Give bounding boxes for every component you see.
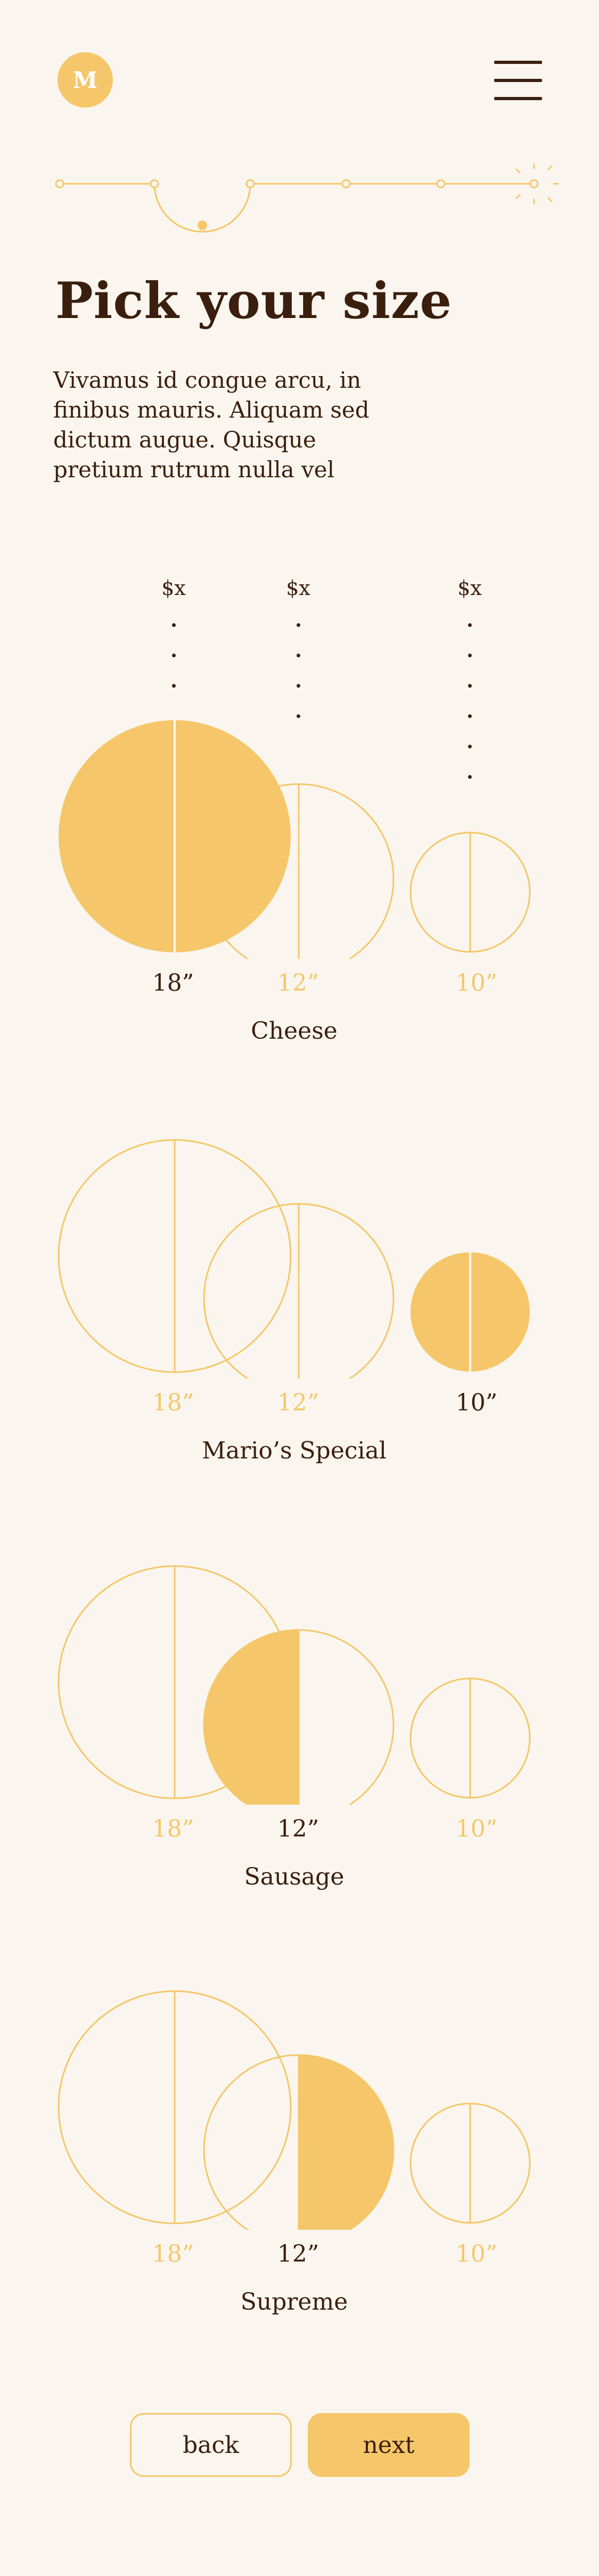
price-10: $x xyxy=(457,576,482,600)
size-label-18[interactable]: 18” xyxy=(130,969,216,997)
size-label-12[interactable]: 12” xyxy=(256,2240,341,2268)
pizza-option-sausage[interactable]: 18” 12” 10” Sausage xyxy=(0,1560,599,1901)
back-button-label: back xyxy=(183,2431,239,2459)
pizza-size-graphic[interactable] xyxy=(0,1560,599,1821)
size-label-18[interactable]: 18” xyxy=(130,1389,216,1416)
pizza-circle-10 xyxy=(411,1252,530,1372)
page-title: Pick your size xyxy=(55,272,453,330)
pizza-circle-12 xyxy=(203,1203,395,1395)
size-label-12[interactable]: 12” xyxy=(256,969,341,997)
pizza-name: Sausage xyxy=(244,1863,344,1890)
pizza-size-graphic[interactable] xyxy=(0,714,599,975)
pizza-name: Supreme xyxy=(240,2288,348,2316)
pizza-circle-12 xyxy=(203,2054,395,2246)
dot xyxy=(172,684,176,688)
pizza-size-graphic[interactable] xyxy=(0,1985,599,2246)
menu-line xyxy=(494,79,542,82)
pizza-circle-18 xyxy=(59,720,291,952)
menu-line xyxy=(494,97,542,100)
size-label-12[interactable]: 12” xyxy=(256,1815,341,1843)
hamburger-menu-icon[interactable] xyxy=(494,61,542,101)
progress-stepper xyxy=(55,163,559,233)
pizza-circle-12 xyxy=(203,1629,395,1821)
dot xyxy=(297,623,300,627)
progress-step-5 xyxy=(436,179,446,189)
size-label-12[interactable]: 12” xyxy=(256,1389,341,1416)
back-button[interactable]: back xyxy=(130,2413,292,2477)
pizza-circle-10 xyxy=(409,1677,531,1799)
page-intro: Vivamus id congue arcu, in finibus mauri… xyxy=(53,367,370,483)
pizza-name: Mario’s Special xyxy=(202,1437,387,1464)
progress-step-4 xyxy=(341,179,351,189)
progress-step-2 xyxy=(150,179,159,189)
pizza-circle-10 xyxy=(409,832,531,953)
progress-step-3 xyxy=(245,179,255,189)
price-18: $x xyxy=(161,576,186,600)
dot xyxy=(297,684,300,688)
price-12: $x xyxy=(286,576,310,600)
size-label-10[interactable]: 10” xyxy=(434,1815,519,1843)
dot xyxy=(468,684,472,688)
pizza-option-supreme[interactable]: 18” 12” 10” Supreme xyxy=(0,1985,599,2326)
menu-line xyxy=(494,61,542,64)
progress-current-indicator xyxy=(198,221,207,230)
size-label-10[interactable]: 10” xyxy=(434,1389,519,1416)
size-label-18[interactable]: 18” xyxy=(130,2240,216,2268)
brand-logo[interactable]: M xyxy=(58,52,113,108)
dot xyxy=(468,623,472,627)
pizza-circle-18 xyxy=(58,1990,292,2224)
next-button[interactable]: next xyxy=(308,2413,470,2477)
dot xyxy=(297,654,300,657)
dot xyxy=(172,623,176,627)
size-label-10[interactable]: 10” xyxy=(434,969,519,997)
pizza-circle-18 xyxy=(58,1139,292,1373)
pizza-option-cheese[interactable]: 18” 12” 10” Cheese xyxy=(0,714,599,1055)
size-label-10[interactable]: 10” xyxy=(434,2240,519,2268)
pizza-name: Cheese xyxy=(251,1017,338,1045)
dot xyxy=(468,654,472,657)
dot xyxy=(172,654,176,657)
progress-step-1 xyxy=(55,179,64,189)
size-label-18[interactable]: 18” xyxy=(130,1815,216,1843)
logo-letter: M xyxy=(72,67,98,93)
pizza-option-marios-special[interactable]: 18” 12” 10” Mario’s Special xyxy=(0,1134,599,1474)
pizza-circle-10 xyxy=(409,2102,531,2224)
pizza-size-graphic[interactable] xyxy=(0,1134,599,1395)
progress-step-6 xyxy=(529,179,539,189)
next-button-label: next xyxy=(363,2431,415,2459)
